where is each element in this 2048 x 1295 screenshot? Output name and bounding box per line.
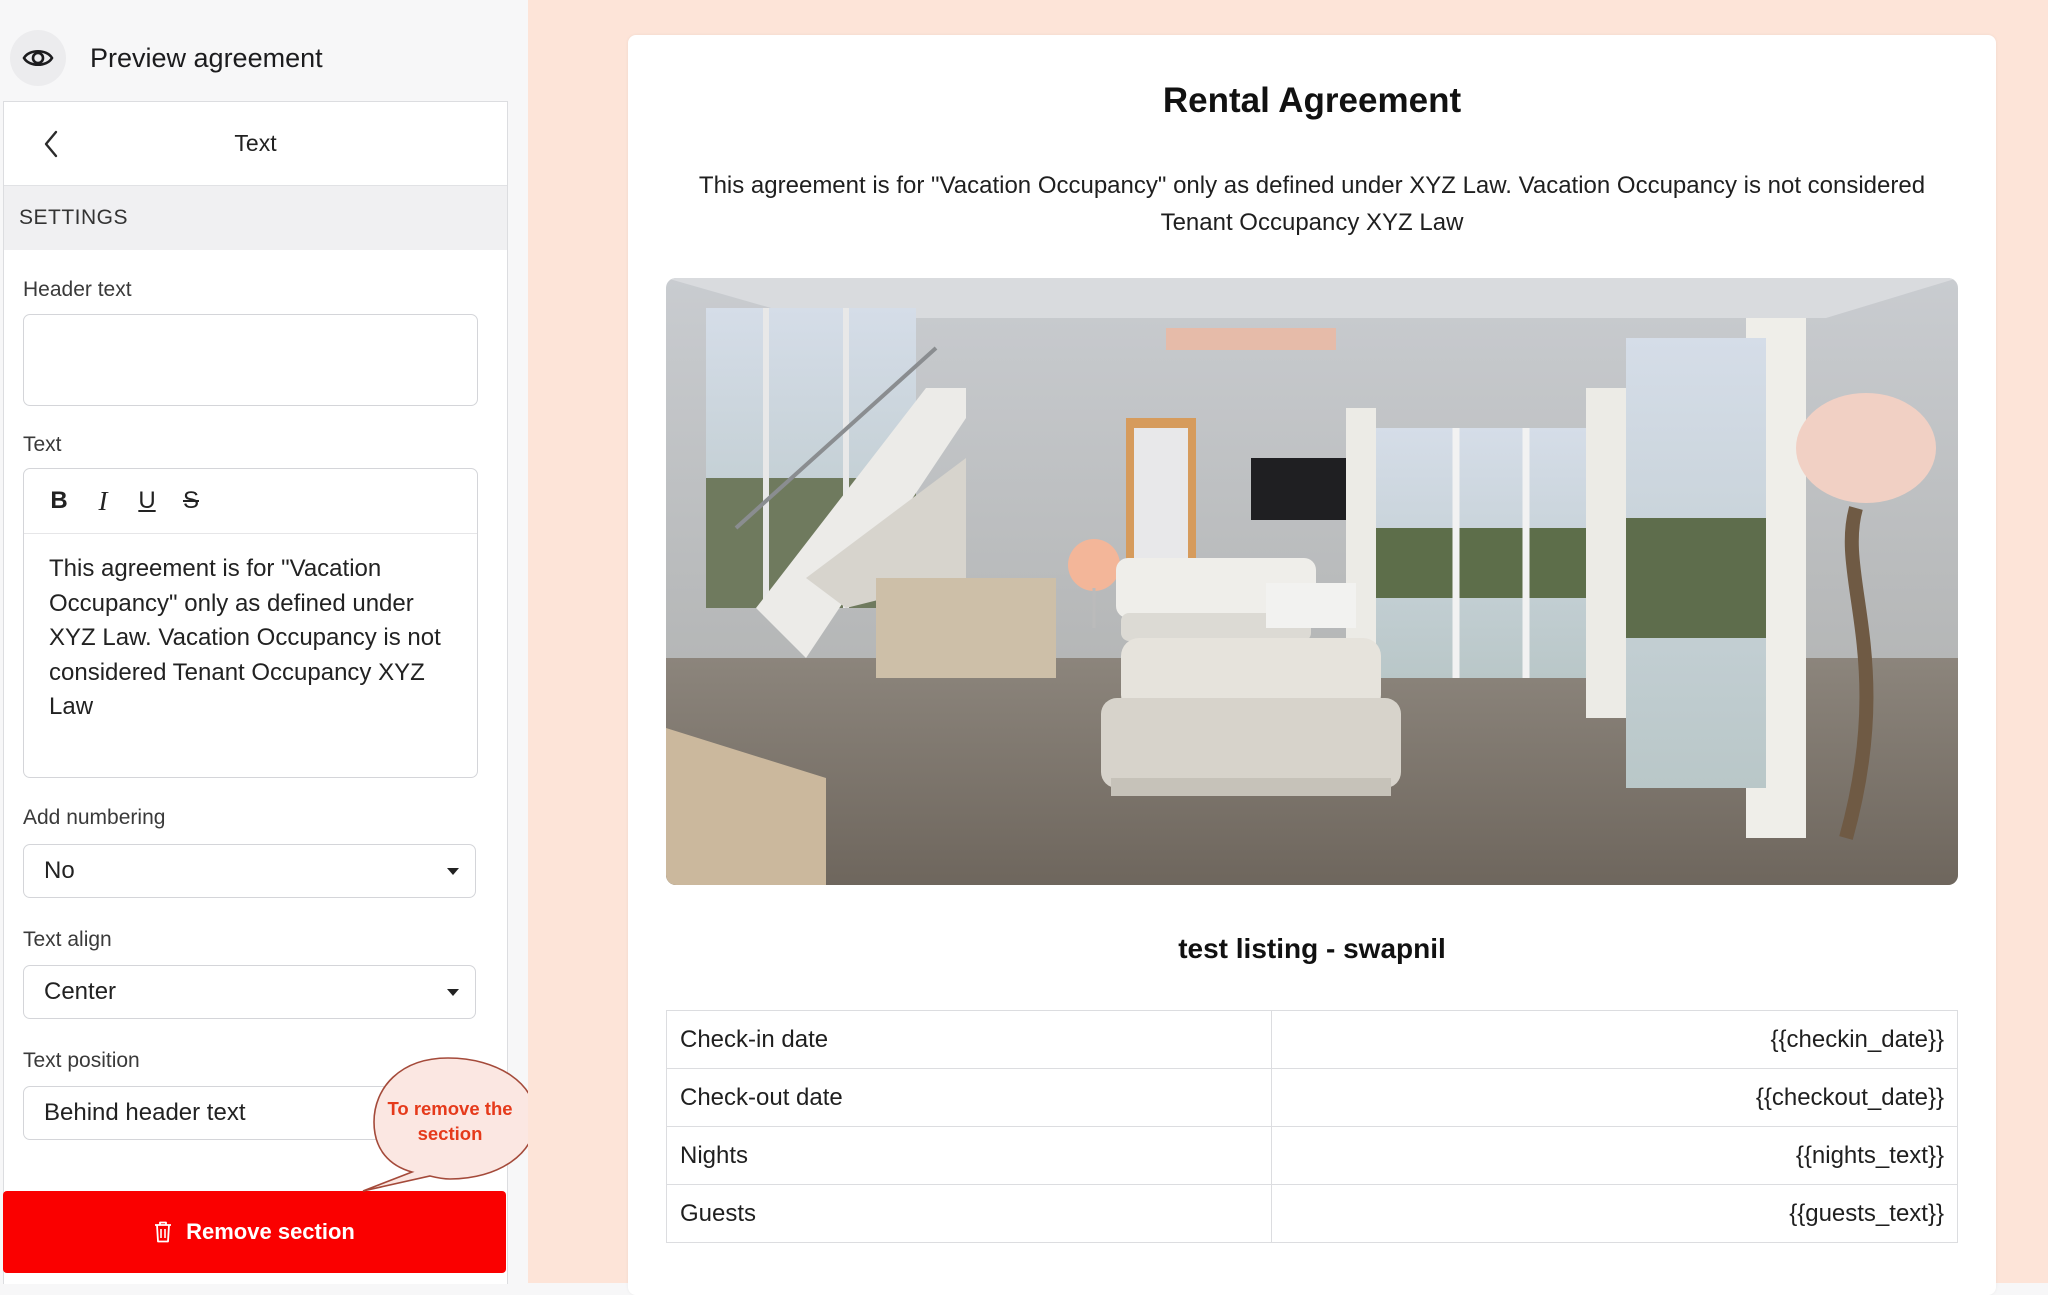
row-value: {{guests_text}} <box>1270 1184 1959 1243</box>
text-label: Text <box>23 433 62 456</box>
caret-down-icon <box>447 868 459 875</box>
row-value: {{nights_text}} <box>1270 1126 1959 1185</box>
strikethrough-button[interactable]: S <box>178 487 204 514</box>
panel-header: Text <box>4 102 507 186</box>
settings-sidebar: Preview agreement Text SETTINGS Header t… <box>0 0 537 1284</box>
editor-content[interactable]: This agreement is for "Vacation Occupanc… <box>24 534 477 725</box>
table-row: Nights {{nights_text}} <box>666 1126 1959 1185</box>
text-align-label: Text align <box>23 928 112 951</box>
text-align-value: Center <box>44 978 117 1005</box>
caret-down-icon <box>447 989 459 996</box>
eye-icon <box>22 49 54 67</box>
chevron-left-icon <box>44 130 58 158</box>
row-label: Nights <box>666 1126 1272 1185</box>
back-button[interactable] <box>34 124 68 164</box>
document-intro-text[interactable]: This agreement is for "Vacation Occupanc… <box>666 167 1958 241</box>
row-label: Check-out date <box>666 1068 1272 1127</box>
panel-title: Text <box>234 130 277 156</box>
add-numbering-label: Add numbering <box>23 806 166 829</box>
booking-details-table: Check-in date {{checkin_date}} Check-out… <box>666 1010 1959 1243</box>
rich-text-editor[interactable]: B I U S This agreement is for "Vacation … <box>23 468 478 778</box>
trash-icon <box>154 1221 172 1243</box>
header-text-label: Header text <box>23 278 132 301</box>
header-text-input[interactable] <box>23 314 478 406</box>
row-label: Guests <box>666 1184 1272 1243</box>
preview-agreement-row[interactable]: Preview agreement <box>10 28 323 88</box>
document-title: Rental Agreement <box>1162 81 1462 120</box>
row-value: {{checkin_date}} <box>1270 1010 1959 1069</box>
table-row: Check-in date {{checkin_date}} <box>666 1010 1959 1069</box>
row-value: {{checkout_date}} <box>1270 1068 1959 1127</box>
text-position-label: Text position <box>23 1049 140 1072</box>
table-row: Check-out date {{checkout_date}} <box>666 1068 1959 1127</box>
remove-section-label: Remove section <box>186 1219 355 1244</box>
underline-button[interactable]: U <box>134 487 160 514</box>
table-row: Guests {{guests_text}} <box>666 1184 1959 1243</box>
preview-button[interactable] <box>10 30 66 86</box>
add-numbering-value: No <box>44 857 75 884</box>
text-position-value: Behind header text <box>44 1099 246 1126</box>
bold-button[interactable]: B <box>46 487 72 514</box>
callout-text: To remove the section <box>387 1098 513 1144</box>
settings-heading: SETTINGS <box>4 186 507 250</box>
italic-button[interactable]: I <box>90 486 116 516</box>
listing-title: test listing - swapnil <box>1178 933 1446 964</box>
remove-section-button[interactable]: Remove section <box>3 1191 506 1273</box>
editor-toolbar: B I U S <box>24 469 477 534</box>
preview-agreement-label[interactable]: Preview agreement <box>90 43 323 74</box>
row-label: Check-in date <box>666 1010 1272 1069</box>
listing-photo <box>666 278 1958 885</box>
agreement-document: Rental Agreement This agreement is for "… <box>628 35 1996 1295</box>
text-align-select[interactable]: Center <box>23 965 476 1019</box>
add-numbering-select[interactable]: No <box>23 844 476 898</box>
